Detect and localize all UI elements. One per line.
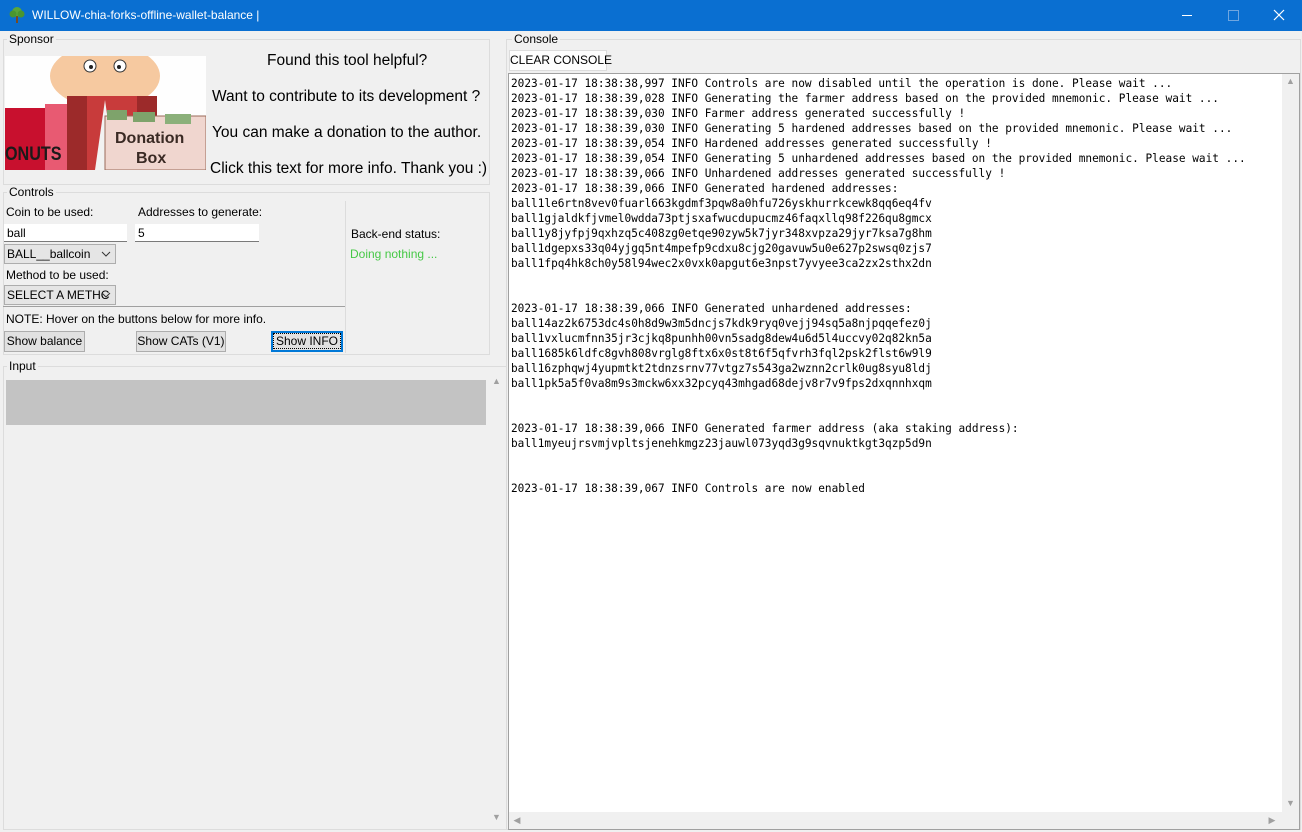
- show-cats-button[interactable]: Show CATs (V1): [136, 331, 226, 352]
- chevron-down-icon: [101, 292, 111, 298]
- tree-icon: [9, 7, 25, 23]
- console-line: ball1y8jyfpj9qxhzq5c408zg0etqe90zyw5k7jy…: [511, 227, 932, 240]
- coin-select-value: BALL__ballcoin: [7, 247, 91, 261]
- console-line: 2023-01-17 18:38:39,030 INFO Farmer addr…: [511, 107, 966, 120]
- method-select-value: SELECT A METHC: [7, 288, 110, 302]
- method-select[interactable]: SELECT A METHC: [4, 285, 116, 305]
- show-info-label: Show INFO: [272, 333, 342, 349]
- maximize-button[interactable]: [1210, 0, 1256, 31]
- console-line: 2023-01-17 18:38:39,030 INFO Generating …: [511, 122, 1233, 135]
- hover-note: NOTE: Hover on the buttons below for mor…: [6, 312, 267, 326]
- input-group: [3, 366, 507, 830]
- console-group-label: Console: [512, 32, 561, 46]
- scroll-down-icon[interactable]: ▼: [1282, 798, 1299, 808]
- addresses-input[interactable]: 5: [135, 224, 259, 242]
- console-line: 2023-01-17 18:38:39,066 INFO Unhardened …: [511, 167, 1006, 180]
- console-line: ball1fpq4hk8ch0y58l94wec2x0vxk0apgut6e3n…: [511, 257, 932, 270]
- console-line: ball1gjaldkfjvmel0wdda73ptjsxafwucdupucm…: [511, 212, 932, 225]
- close-icon: [1273, 9, 1285, 21]
- window-title: WILLOW-chia-forks-offline-wallet-balance…: [32, 8, 260, 22]
- backend-status-label: Back-end status:: [351, 227, 441, 241]
- scroll-up-icon[interactable]: ▲: [1282, 76, 1299, 86]
- close-button[interactable]: [1256, 0, 1302, 31]
- console-text: 2023-01-17 18:38:38,997 INFO Controls ar…: [511, 76, 1246, 496]
- chevron-down-icon: [101, 251, 111, 257]
- method-label: Method to be used:: [6, 268, 109, 282]
- scroll-left-icon[interactable]: ◀: [512, 815, 522, 826]
- scroll-right-icon[interactable]: ▶: [1267, 815, 1277, 826]
- console-vertical-scrollbar[interactable]: ▲ ▼: [1282, 74, 1299, 812]
- donation-image[interactable]: Donation Box ONUTS: [5, 56, 206, 170]
- coin-label: Coin to be used:: [6, 205, 94, 219]
- console-line: 2023-01-17 18:38:39,066 INFO Generated u…: [511, 302, 912, 315]
- donation-box-text-2: Box: [136, 150, 167, 167]
- console-line: ball1685k6ldfc8gvh808vrglg8ftx6x0st8t6f5…: [511, 347, 932, 360]
- title-bar[interactable]: WILLOW-chia-forks-offline-wallet-balance…: [0, 0, 1302, 31]
- sponsor-line-3: You can make a donation to the author.: [212, 124, 482, 141]
- console-line: 2023-01-17 18:38:39,054 INFO Generating …: [511, 152, 1246, 165]
- input-scrollbar[interactable]: ▲ ▼: [488, 374, 505, 826]
- console-line: 2023-01-17 18:38:39,066 INFO Generated h…: [511, 182, 899, 195]
- donation-box-text: Donation: [115, 130, 185, 147]
- console-line: ball1pk5a5f0va8m9s3mckw6xx32pcyq43mhgad6…: [511, 377, 932, 390]
- console-horizontal-scrollbar[interactable]: ◀ ▶: [509, 812, 1299, 829]
- coin-input[interactable]: ball: [4, 224, 127, 242]
- clear-console-button[interactable]: CLEAR CONSOLE: [509, 50, 612, 71]
- input-placeholder-area[interactable]: [6, 380, 486, 425]
- console-line: 2023-01-17 18:38:39,028 INFO Generating …: [511, 92, 1219, 105]
- show-info-button[interactable]: Show INFO: [271, 331, 343, 352]
- addresses-label: Addresses to generate:: [138, 205, 263, 219]
- input-group-label: Input: [7, 359, 38, 373]
- sponsor-line-4: Click this text for more info. Thank you…: [210, 160, 488, 177]
- console-line: ball14az2k6753dc4s0h8d9w3m5dncjs7kdk9ryq…: [511, 317, 932, 330]
- maximize-icon: [1228, 10, 1239, 21]
- sponsor-group-label: Sponsor: [7, 32, 56, 46]
- show-balance-button[interactable]: Show balance: [4, 331, 85, 352]
- backend-status-value: Doing nothing ...: [350, 247, 438, 261]
- minimize-icon: [1182, 15, 1192, 16]
- sponsor-line-2: Want to contribute to its development ?: [212, 88, 481, 105]
- controls-divider: [345, 201, 346, 353]
- console-line: 2023-01-17 18:38:39,066 INFO Generated f…: [511, 422, 1019, 435]
- controls-separator: [3, 306, 345, 307]
- donuts-text: ONUTS: [5, 144, 62, 165]
- console-line: ball1dgepxs33q04yjgq5nt4mpefp9cdxu8cjg20…: [511, 242, 932, 255]
- scroll-down-icon[interactable]: ▼: [488, 812, 505, 822]
- console-line: 2023-01-17 18:38:39,054 INFO Hardened ad…: [511, 137, 992, 150]
- console-line: 2023-01-17 18:38:39,067 INFO Controls ar…: [511, 482, 865, 495]
- console-line: ball16zphqwj4yupmtkt2tdnzsrnv77vtgz7s543…: [511, 362, 932, 375]
- console-line: ball1myeujrsvmjvpltsjenehkmgz23jauwl073y…: [511, 437, 932, 450]
- console-output[interactable]: 2023-01-17 18:38:38,997 INFO Controls ar…: [508, 73, 1300, 830]
- console-line: ball1le6rtn8vev0fuarl663kgdmf3pqw8a0hfu7…: [511, 197, 932, 210]
- sponsor-line-1: Found this tool helpful?: [267, 52, 428, 69]
- controls-group-label: Controls: [7, 185, 56, 199]
- console-line: ball1vxlucmfnn35jr3cjkq8punhh00vn5sadg8d…: [511, 332, 932, 345]
- coin-select[interactable]: BALL__ballcoin: [4, 244, 116, 264]
- console-line: 2023-01-17 18:38:38,997 INFO Controls ar…: [511, 77, 1173, 90]
- scroll-up-icon[interactable]: ▲: [488, 376, 505, 386]
- minimize-button[interactable]: [1164, 0, 1210, 31]
